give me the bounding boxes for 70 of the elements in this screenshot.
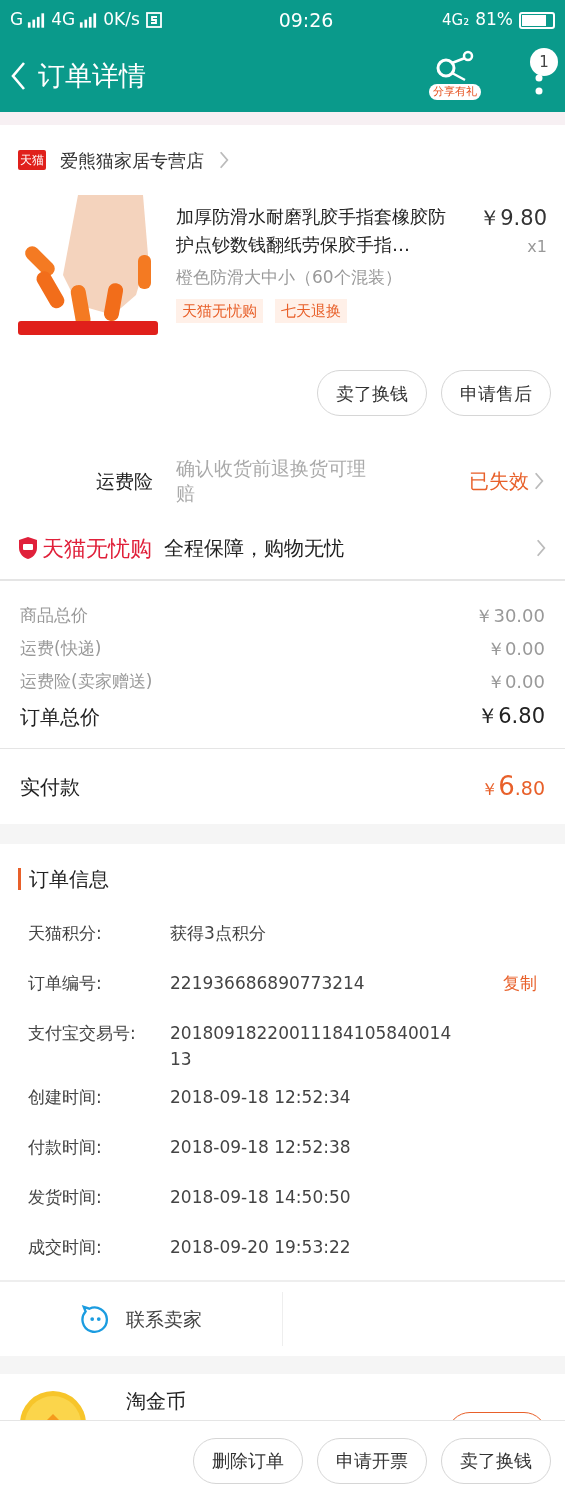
insurance-status: 已失效 bbox=[469, 468, 529, 495]
bottom-action-button[interactable]: 删除订单 bbox=[193, 1437, 303, 1484]
status-text: G bbox=[10, 8, 24, 32]
paid-amount: ￥6.80 bbox=[481, 770, 545, 803]
action-button[interactable]: 卖了换钱 bbox=[317, 370, 427, 416]
service-tag: 天猫无忧购 bbox=[176, 298, 263, 323]
bottom-action-button[interactable]: 卖了换钱 bbox=[441, 1437, 551, 1484]
chevron-right-icon bbox=[535, 538, 547, 558]
section-title: 订单信息 bbox=[29, 866, 109, 893]
action-button[interactable]: 申请售后 bbox=[441, 370, 551, 416]
price-label: 商品总价 bbox=[20, 603, 88, 627]
info-value: 2018-09-18 12:52:38 bbox=[170, 1136, 352, 1159]
price-value: ￥30.00 bbox=[475, 604, 545, 628]
info-value: 2018-09-18 12:52:34 bbox=[170, 1086, 352, 1109]
share-badge: 分享有礼 bbox=[429, 84, 481, 100]
info-label: 成交时间: bbox=[28, 1236, 103, 1259]
info-label: 创建时间: bbox=[28, 1086, 103, 1109]
page-title: 订单详情 bbox=[38, 58, 147, 93]
network-text: 4G₂ bbox=[442, 9, 470, 31]
paid-label: 实付款 bbox=[20, 773, 80, 801]
info-value: 221936686890773214 bbox=[170, 972, 366, 995]
info-value: 2018-09-18 14:50:50 bbox=[170, 1186, 352, 1209]
copy-button[interactable]: 复制 bbox=[503, 970, 537, 996]
chevron-right-icon bbox=[218, 150, 230, 170]
product-title[interactable]: 加厚防滑水耐磨乳胶手指套橡胶防护点钞数钱翻纸劳保胶手指… bbox=[176, 203, 459, 259]
price-label: 运费险(卖家赠送) bbox=[20, 669, 153, 693]
price-label: 运费(快递) bbox=[20, 636, 102, 660]
info-label: 付款时间: bbox=[28, 1136, 103, 1159]
price-value: ￥0.00 bbox=[486, 670, 545, 694]
status-time: 09:26 bbox=[277, 7, 335, 33]
bottom-action-button[interactable]: 申请开票 bbox=[317, 1437, 427, 1484]
signal-icon bbox=[79, 12, 98, 28]
guarantee-brand: 天猫无忧购 bbox=[42, 534, 152, 563]
product-variant: 橙色防滑大中小（60个混装） bbox=[176, 266, 403, 289]
total-label: 订单总价 bbox=[20, 704, 100, 731]
info-value: 2018-09-20 19:53:22 bbox=[170, 1236, 352, 1259]
info-value: 2018091822001118410584001413 bbox=[170, 1022, 453, 1071]
service-tag: 七天退换 bbox=[275, 298, 347, 323]
insurance-row[interactable]: 运费险 确认收货前退换货可理赔 已失效 bbox=[0, 445, 565, 517]
status-text: 0K/s bbox=[103, 8, 140, 32]
battery-text: 81% bbox=[475, 8, 513, 32]
tmall-badge: 天猫 bbox=[18, 150, 46, 170]
battery-icon bbox=[519, 11, 555, 29]
store-name: 爱熊猫家居专营店 bbox=[60, 148, 204, 173]
price-value: ￥0.00 bbox=[486, 637, 545, 661]
share-icon[interactable] bbox=[435, 50, 475, 84]
guarantee-text: 全程保障，购物无忧 bbox=[164, 535, 345, 562]
guarantee-row[interactable]: 天猫无忧购 全程保障，购物无忧 bbox=[0, 517, 565, 581]
chat-face-icon bbox=[80, 1304, 110, 1334]
back-icon[interactable] bbox=[10, 61, 26, 91]
signal-icon bbox=[27, 12, 46, 28]
sim-icon bbox=[145, 12, 162, 28]
shield-icon bbox=[18, 536, 38, 560]
insurance-description: 确认收货前退换货可理赔 bbox=[176, 456, 366, 506]
info-label: 支付宝交易号: bbox=[28, 1022, 137, 1045]
product-quantity: x1 bbox=[527, 235, 547, 258]
insurance-label: 运费险 bbox=[96, 468, 154, 494]
info-label: 订单编号: bbox=[28, 972, 103, 995]
status-text: 4G bbox=[51, 8, 76, 32]
store-row[interactable]: 天猫 爱熊猫家居专营店 bbox=[0, 125, 565, 195]
coin-title: 淘金币 bbox=[126, 1388, 186, 1414]
chevron-right-icon bbox=[533, 471, 545, 491]
info-label: 发货时间: bbox=[28, 1186, 103, 1209]
contact-seller-button[interactable]: 联系卖家 bbox=[0, 1292, 283, 1346]
notification-badge: 1 bbox=[530, 48, 558, 76]
info-label: 天猫积分: bbox=[28, 922, 103, 945]
total-value: ￥6.80 bbox=[477, 703, 545, 731]
info-value: 获得3点积分 bbox=[170, 922, 267, 945]
more-icon[interactable] bbox=[535, 74, 543, 96]
product-price: ￥9.80 bbox=[479, 205, 547, 232]
